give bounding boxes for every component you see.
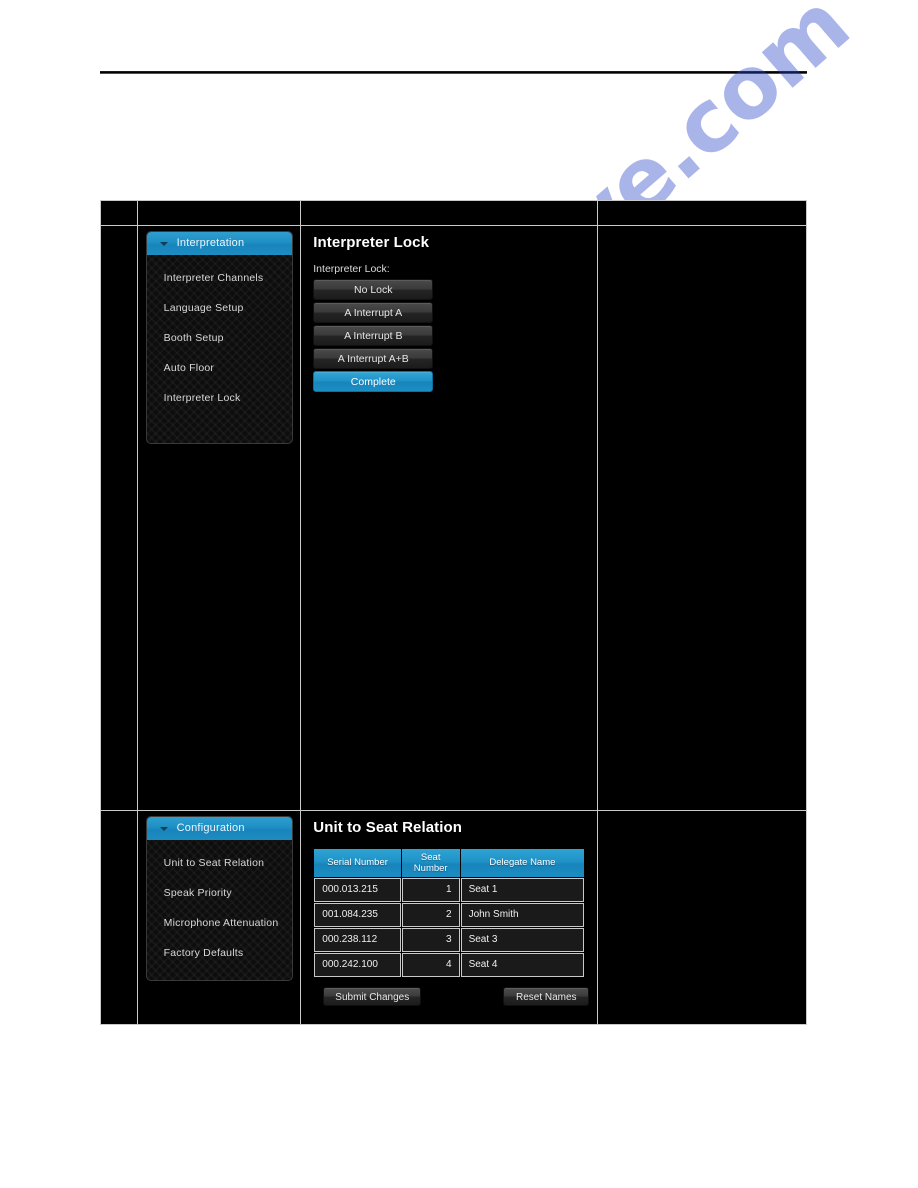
row2-cell-content: Unit to Seat Relation Serial Number Seat…	[300, 809, 598, 1026]
column-header-serial-number[interactable]: Serial Number	[314, 848, 401, 877]
interpreter-lock-label: Interpreter Lock:	[313, 263, 390, 276]
sidebar-item-speak-priority[interactable]: Speak Priority	[147, 878, 292, 908]
option-a-interrupt-a-plus-b[interactable]: A Interrupt A+B	[313, 348, 434, 370]
nav-item-list: Interpreter Channels Language Setup Boot…	[147, 255, 292, 443]
sidebar-item-factory-defaults[interactable]: Factory Defaults	[147, 938, 292, 968]
row1-cell-content: Interpreter Lock Interpreter Lock: No Lo…	[300, 225, 598, 811]
nav-item-list: Unit to Seat Relation Speak Priority Mic…	[147, 840, 292, 980]
cell-serial: 000.013.215	[314, 877, 401, 902]
table-row: 000.013.215 1 Seat 1	[314, 877, 585, 902]
interpretation-nav-panel: Interpretation Interpreter Channels Lang…	[146, 232, 292, 444]
sidebar-item-language-setup[interactable]: Language Setup	[147, 293, 292, 323]
unit-to-seat-table: Serial Number Seat Number Delegate Name …	[313, 848, 585, 978]
cell-delegate-name[interactable]: Seat 3	[460, 927, 585, 952]
sidebar-item-booth-setup[interactable]: Booth Setup	[147, 323, 292, 353]
sidebar-item-interpreter-channels[interactable]: Interpreter Channels	[147, 263, 292, 293]
cell-serial: 001.084.235	[314, 902, 401, 927]
interpreter-lock-option-list: No Lock A Interrupt A A Interrupt B A In…	[313, 279, 434, 393]
cell-delegate-name[interactable]: Seat 4	[460, 952, 585, 977]
column-header-seat-number[interactable]: Seat Number	[401, 848, 460, 877]
cell-delegate-name[interactable]: Seat 1	[460, 877, 585, 902]
column-header-delegate-name[interactable]: Delegate Name	[460, 848, 585, 877]
table-row: Configuration Unit to Seat Relation Spea…	[99, 809, 808, 1026]
seat-header-line1: Seat	[420, 851, 441, 863]
cell-seat: 1	[401, 877, 460, 902]
cell-seat: 2	[401, 902, 460, 927]
action-button-row: Submit Changes Reset Names	[313, 986, 590, 1006]
caret-down-icon	[159, 242, 168, 247]
sidebar-item-auto-floor[interactable]: Auto Floor	[147, 353, 292, 383]
page-title: Unit to Seat Relation	[313, 818, 463, 836]
option-complete[interactable]: Complete	[313, 371, 434, 393]
header-cell-1	[99, 199, 139, 227]
screenshot-layout-table: Interpretation Interpreter Channels Lang…	[99, 199, 808, 1026]
nav-header-interpretation[interactable]: Interpretation	[146, 232, 292, 256]
header-cell-2	[137, 199, 302, 227]
table-row: 000.242.100 4 Seat 4	[314, 952, 585, 977]
row1-cell-nav: Interpretation Interpreter Channels Lang…	[137, 225, 302, 811]
caret-down-icon	[159, 826, 168, 831]
option-a-interrupt-b[interactable]: A Interrupt B	[313, 325, 434, 347]
sidebar-item-microphone-attenuation[interactable]: Microphone Attenuation	[147, 908, 292, 938]
option-a-interrupt-a[interactable]: A Interrupt A	[313, 302, 434, 324]
reset-names-button[interactable]: Reset Names	[503, 986, 590, 1006]
sidebar-item-unit-to-seat-relation[interactable]: Unit to Seat Relation	[147, 848, 292, 878]
seat-header-line2: Number	[413, 862, 448, 874]
option-no-lock[interactable]: No Lock	[313, 279, 434, 301]
row1-cell-notes	[596, 225, 808, 811]
table-header-row: Serial Number Seat Number Delegate Name	[314, 848, 585, 877]
cell-seat: 4	[401, 952, 460, 977]
row2-cell-index	[99, 809, 139, 1026]
nav-header-configuration[interactable]: Configuration	[146, 816, 292, 840]
cell-seat: 3	[401, 927, 460, 952]
table-row: 000.238.112 3 Seat 3	[314, 927, 585, 952]
nav-header-label: Configuration	[176, 821, 245, 834]
interpreter-lock-pane: Interpreter Lock Interpreter Lock: No Lo…	[301, 226, 596, 810]
header-rule	[100, 71, 807, 74]
header-cell-3	[300, 199, 598, 227]
row2-cell-notes	[596, 809, 808, 1026]
page-title: Interpreter Lock	[313, 234, 430, 252]
unit-to-seat-relation-pane: Unit to Seat Relation Serial Number Seat…	[301, 811, 596, 1024]
sidebar-item-interpreter-lock[interactable]: Interpreter Lock	[147, 383, 292, 413]
header-cell-4	[596, 199, 808, 227]
row1-cell-index	[99, 225, 139, 811]
cell-serial: 000.242.100	[314, 952, 401, 977]
cell-serial: 000.238.112	[314, 927, 401, 952]
configuration-nav-panel: Configuration Unit to Seat Relation Spea…	[146, 816, 292, 980]
cell-delegate-name[interactable]: John Smith	[460, 902, 585, 927]
nav-header-label: Interpretation	[176, 237, 245, 250]
table-header-row	[99, 199, 808, 227]
submit-changes-button[interactable]: Submit Changes	[323, 986, 422, 1006]
row2-cell-nav: Configuration Unit to Seat Relation Spea…	[137, 809, 302, 1026]
table-row: Interpretation Interpreter Channels Lang…	[99, 225, 808, 811]
table-row: 001.084.235 2 John Smith	[314, 902, 585, 927]
